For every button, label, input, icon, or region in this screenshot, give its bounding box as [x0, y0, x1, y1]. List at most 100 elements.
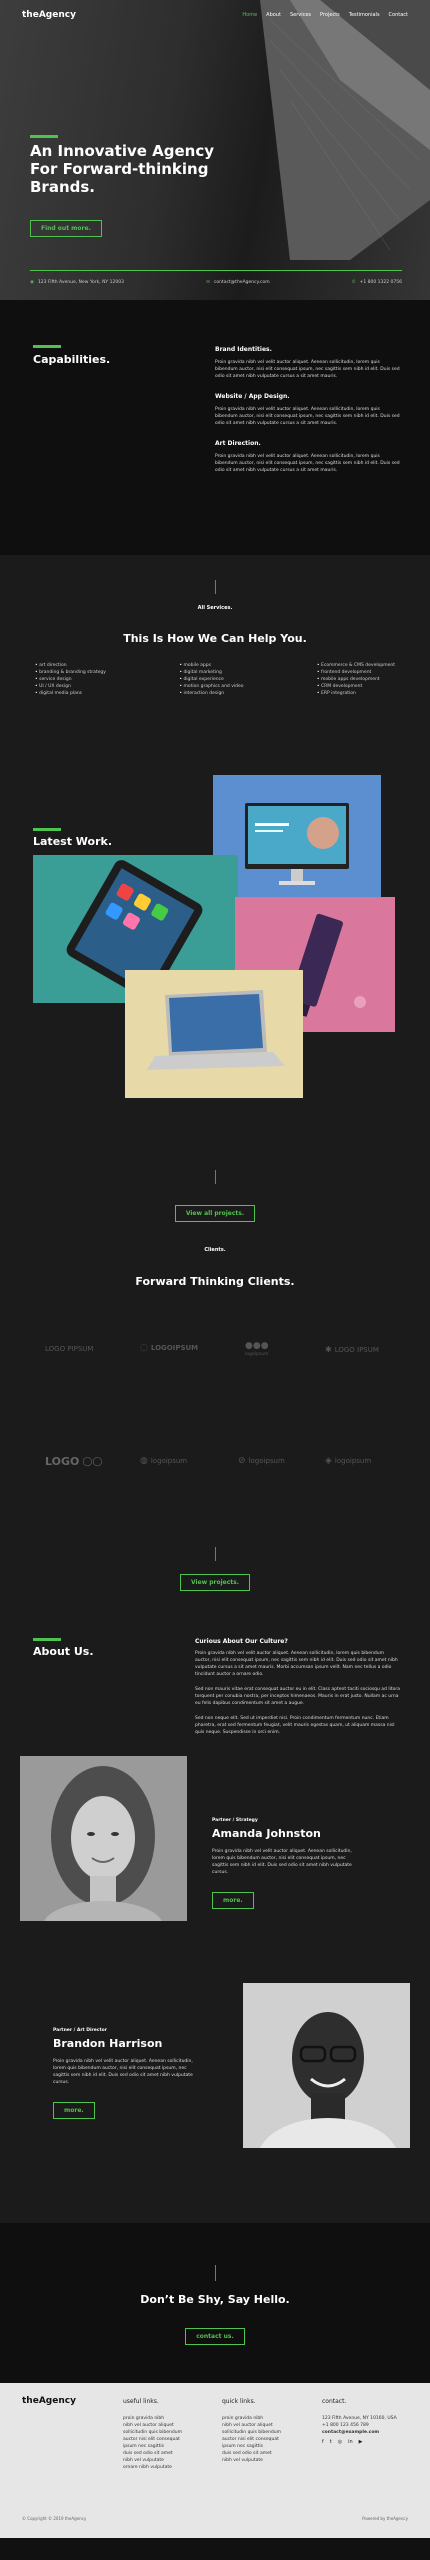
services-list-3: Ecommerce & CMS development frontend dev…	[317, 662, 395, 697]
facebook-icon[interactable]: f	[322, 2439, 324, 2446]
footer-link[interactable]: proin gravida nibh	[222, 2415, 281, 2422]
about-text: Curious About Our Culture? Proin gravida…	[195, 1638, 400, 1744]
accent-bar	[33, 1638, 61, 1641]
footer-logo[interactable]: theAgency	[22, 2397, 76, 2406]
footer: theAgency useful links. proin gravida ni…	[0, 2383, 430, 2538]
footer-link[interactable]: nibh vel auctor aliquet	[123, 2422, 182, 2429]
member-name: Brandon Harrison	[53, 2037, 163, 2050]
nav-menu: Home About Services Projects Testimonial…	[242, 12, 408, 18]
latest-work-section: Latest Work. View all projects.	[0, 765, 430, 1225]
nav-item-contact[interactable]: Contact	[389, 12, 408, 18]
member-name: Amanda Johnston	[212, 1827, 321, 1840]
services-list-1: art direction branding & branding strate…	[35, 662, 106, 697]
client-logo: LOGO PIPSUM	[45, 1345, 94, 1353]
amanda-photo	[20, 1756, 187, 1921]
site-logo[interactable]: theAgency	[22, 10, 76, 20]
nav-item-services[interactable]: Services	[290, 12, 311, 18]
member-role: Partner / Art Director	[53, 2028, 107, 2033]
services-label: All Services.	[197, 605, 233, 611]
service-item: branding & branding strategy	[35, 669, 106, 676]
cta-title: Don’t Be Shy, Say Hello.	[140, 2293, 290, 2306]
social-icons: f t ◎ in ▶	[322, 2439, 397, 2446]
footer-contact: contact. 123 Fifth Avenue, NY 10160, USA…	[322, 2398, 397, 2446]
capability-text: Proin gravida nibh vel velit auctor aliq…	[215, 407, 400, 426]
footer-link[interactable]: nibh vel vulputate	[222, 2457, 281, 2464]
nav-item-projects[interactable]: Projects	[320, 12, 340, 18]
powered-by: Powered by theAgency	[362, 2516, 408, 2521]
service-item: digital media plans	[35, 690, 106, 697]
nav-item-home[interactable]: Home	[242, 12, 257, 18]
clients-label: Clients.	[204, 1247, 226, 1253]
service-item: digital experience	[179, 676, 243, 683]
footer-email[interactable]: contact@example.com	[322, 2429, 397, 2436]
footer-phone[interactable]: +1 800 123 456 789	[322, 2422, 397, 2429]
service-item: service design	[35, 676, 106, 683]
twitter-icon[interactable]: t	[330, 2439, 332, 2446]
client-logo: ✱ LOGO IPSUM	[325, 1345, 379, 1354]
footer-address: 123 Fifth Avenue, NY 10160, USA	[322, 2416, 397, 2421]
mail-icon: ✉	[206, 280, 210, 285]
service-item: digital marketing	[179, 669, 243, 676]
client-logo: ◌ LOGOIPSUM	[140, 1343, 199, 1353]
footer-link[interactable]: auctor nisi elit consequat	[222, 2436, 281, 2443]
divider-line	[215, 1547, 216, 1561]
clients-cta-wrap: View projects.	[0, 1569, 430, 1591]
nav-item-about[interactable]: About	[266, 12, 281, 18]
phone-info[interactable]: ✆ +1 800 1322 0756	[352, 280, 402, 285]
about-paragraph: Sed non neque elit. Sed ut imperdiet nis…	[195, 1716, 395, 1735]
footer-link[interactable]: ornare nibh vulputate	[123, 2464, 182, 2471]
capabilities-title: Capabilities.	[33, 353, 111, 366]
footer-link[interactable]: proin gravida nibh	[123, 2415, 182, 2422]
footer-link[interactable]: nibh vel vulputate	[123, 2457, 182, 2464]
client-logo: ●●● logoipsum	[245, 1341, 269, 1357]
footer-brand: theAgency	[22, 2397, 76, 2406]
youtube-icon[interactable]: ▶	[359, 2439, 363, 2446]
brandon-photo	[243, 1983, 410, 2148]
footer-link[interactable]: nibh vel auctor aliquet	[222, 2422, 281, 2429]
contact-us-button[interactable]: contact us.	[185, 2328, 245, 2345]
contact-cta-section: Don’t Be Shy, Say Hello. contact us.	[0, 2223, 430, 2383]
about-section: About Us. Curious About Our Culture? Pro…	[0, 1633, 430, 2223]
nav-item-testimonials[interactable]: Testimonials	[349, 12, 380, 18]
services-title: This Is How We Can Help You.	[123, 632, 307, 645]
footer-link[interactable]: ipsum nec sagittis	[123, 2443, 182, 2450]
footer-link[interactable]: duis sed odio sit amet	[222, 2450, 281, 2457]
footer-link[interactable]: duis sed odio sit amet	[123, 2450, 182, 2457]
service-item: art direction	[35, 662, 106, 669]
view-all-projects-button[interactable]: View all projects.	[174, 1205, 256, 1222]
footer-link[interactable]: ipsum nec sagittis	[222, 2443, 281, 2450]
brandon-more-button[interactable]: more.	[53, 2102, 95, 2119]
location-icon: ◉	[30, 280, 34, 285]
top-nav: theAgency Home About Services Projects T…	[22, 10, 408, 20]
capability-text: Proin gravida nibh vel velit auctor aliq…	[215, 454, 400, 473]
service-item: frontend development	[317, 669, 395, 676]
hero-section: theAgency Home About Services Projects T…	[0, 0, 430, 300]
service-item: ERP integration	[317, 690, 395, 697]
clients-section: Clients. Forward Thinking Clients. LOGO …	[0, 1225, 430, 1633]
service-item: mobile apps development	[317, 676, 395, 683]
view-projects-button[interactable]: View projects.	[179, 1574, 251, 1591]
find-out-more-button[interactable]: Find out more.	[30, 220, 102, 237]
project-card-website[interactable]	[213, 775, 381, 915]
instagram-icon[interactable]: ◎	[338, 2439, 342, 2446]
accent-bar	[33, 345, 61, 348]
monitor-image	[245, 803, 349, 885]
capability-title: Website / App Design.	[215, 393, 290, 400]
footer-link[interactable]: sollicitudin quis bibendum	[123, 2429, 182, 2436]
about-paragraph: Proin gravida nibh vel velit auctor aliq…	[195, 1651, 398, 1677]
service-item: CRM development	[317, 683, 395, 690]
laptop-image	[147, 990, 285, 1070]
accent-bar	[30, 135, 58, 138]
footer-quick-links: quick links. proin gravida nibh nibh vel…	[222, 2398, 281, 2464]
project-card-laptop[interactable]	[125, 970, 303, 1098]
client-logo: ◈ logoipsum	[325, 1456, 372, 1466]
email-info[interactable]: ✉ contact@theAgency.com	[206, 280, 270, 285]
footer-link[interactable]: auctor nisi elit consequat	[123, 2436, 182, 2443]
contact-strip: ◉ 123 Fifth Avenue, New York, NY 12003 ✉ c…	[30, 270, 402, 285]
capability-text: Proin gravida nibh vel velit auctor aliq…	[215, 360, 400, 379]
amanda-more-button[interactable]: more.	[212, 1892, 254, 1909]
capabilities-list: Brand Identities. Proin gravida nibh vel…	[215, 346, 400, 487]
footer-link[interactable]: sollicitudin quis bibendum	[222, 2429, 281, 2436]
linkedin-icon[interactable]: in	[348, 2439, 353, 2446]
member-bio: Proin gravida nibh vel velit auctor aliq…	[212, 1849, 352, 1875]
